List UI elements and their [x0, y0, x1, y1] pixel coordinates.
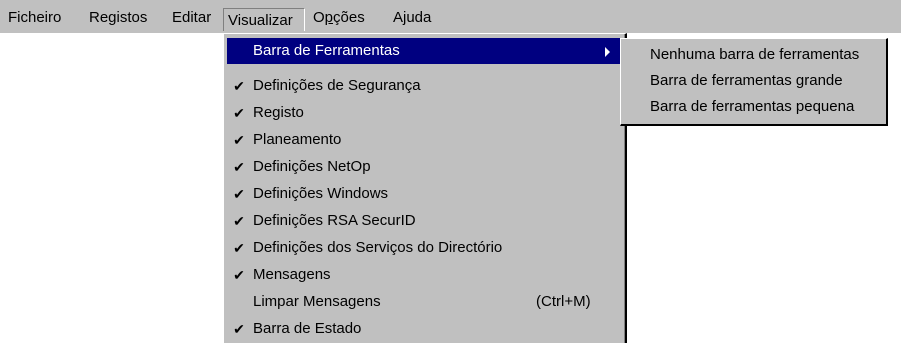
checkmark-icon: ✔ [233, 159, 245, 175]
view-menu-item-barra-de-estado[interactable]: ✔ Barra de Estado [227, 316, 622, 342]
view-menu-item-label: Definições Windows [253, 185, 389, 202]
view-menu-item-limpar-mensagens[interactable]: Limpar Mensagens (Ctrl+M) [227, 289, 622, 315]
view-menu-item-label: Barra de Ferramentas [253, 42, 400, 59]
view-menu-item-label: Mensagens [253, 266, 331, 283]
checkmark-icon: ✔ [233, 78, 245, 94]
view-menu-item-label: Limpar Mensagens [253, 293, 381, 310]
view-menu-item-definicoes-netop[interactable]: ✔ Definições NetOp [227, 154, 622, 180]
submenu-item-barra-pequena[interactable]: Barra de ferramentas pequena [650, 94, 854, 120]
menu-visualizar[interactable]: Visualizar [223, 8, 305, 31]
checkmark-icon: ✔ [233, 105, 245, 121]
checkmark-icon: ✔ [233, 321, 245, 337]
view-menu-item-planeamento[interactable]: ✔ Planeamento [227, 127, 622, 153]
submenu-arrow-icon [605, 47, 610, 57]
view-menu-item-definicoes-seguranca[interactable]: ✔ Definições de Segurança [227, 73, 622, 99]
view-menu-item-barra-de-ferramentas[interactable]: Barra de Ferramentas [227, 38, 622, 64]
checkmark-icon: ✔ [233, 213, 245, 229]
menu-opcoes-suffix: ções [333, 9, 365, 26]
checkmark-icon: ✔ [233, 267, 245, 283]
view-menu-item-definicoes-windows[interactable]: ✔ Definições Windows [227, 181, 622, 207]
view-menu-item-registo[interactable]: ✔ Registo [227, 100, 622, 126]
submenu-item-barra-grande[interactable]: Barra de ferramentas grande [650, 68, 843, 94]
toolbar-submenu: Nenhuma barra de ferramentas Barra de fe… [620, 38, 888, 126]
view-menu-item-label: Barra de Estado [253, 320, 362, 337]
menu-bar: Ficheiro Registos Editar Visualizar Opçõ… [0, 0, 901, 33]
view-menu-item-mensagens[interactable]: ✔ Mensagens [227, 262, 622, 288]
menu-opcoes[interactable]: Opções [313, 7, 365, 29]
menu-ficheiro[interactable]: Ficheiro [8, 7, 61, 29]
menu-ajuda[interactable]: Ajuda [393, 7, 431, 29]
view-menu-item-label: Definições de Segurança [253, 77, 421, 94]
view-menu-dropdown: Barra de Ferramentas ✔ Definições de Seg… [223, 33, 627, 343]
submenu-item-nenhuma-barra[interactable]: Nenhuma barra de ferramentas [650, 42, 859, 68]
checkmark-icon: ✔ [233, 186, 245, 202]
view-menu-item-label: Planeamento [253, 131, 342, 148]
menu-opcoes-prefix: O [313, 9, 325, 26]
menu-editar[interactable]: Editar [172, 7, 211, 29]
view-menu-item-definicoes-rsa-securid[interactable]: ✔ Definições RSA SecurID [227, 208, 622, 234]
checkmark-icon: ✔ [233, 132, 245, 148]
view-menu-item-label: Definições NetOp [253, 158, 371, 175]
view-menu-item-definicoes-servicos-directorio[interactable]: ✔ Definições dos Serviços do Directório [227, 235, 622, 261]
menu-opcoes-mnemonic: p [324, 9, 334, 26]
view-menu-item-label: Definições dos Serviços do Directório [253, 239, 503, 256]
view-menu-item-label: Definições RSA SecurID [253, 212, 416, 229]
view-menu-item-label: Registo [253, 104, 304, 121]
view-menu-item-shortcut: (Ctrl+M) [536, 293, 591, 310]
menu-registos[interactable]: Registos [89, 7, 147, 29]
checkmark-icon: ✔ [233, 240, 245, 256]
